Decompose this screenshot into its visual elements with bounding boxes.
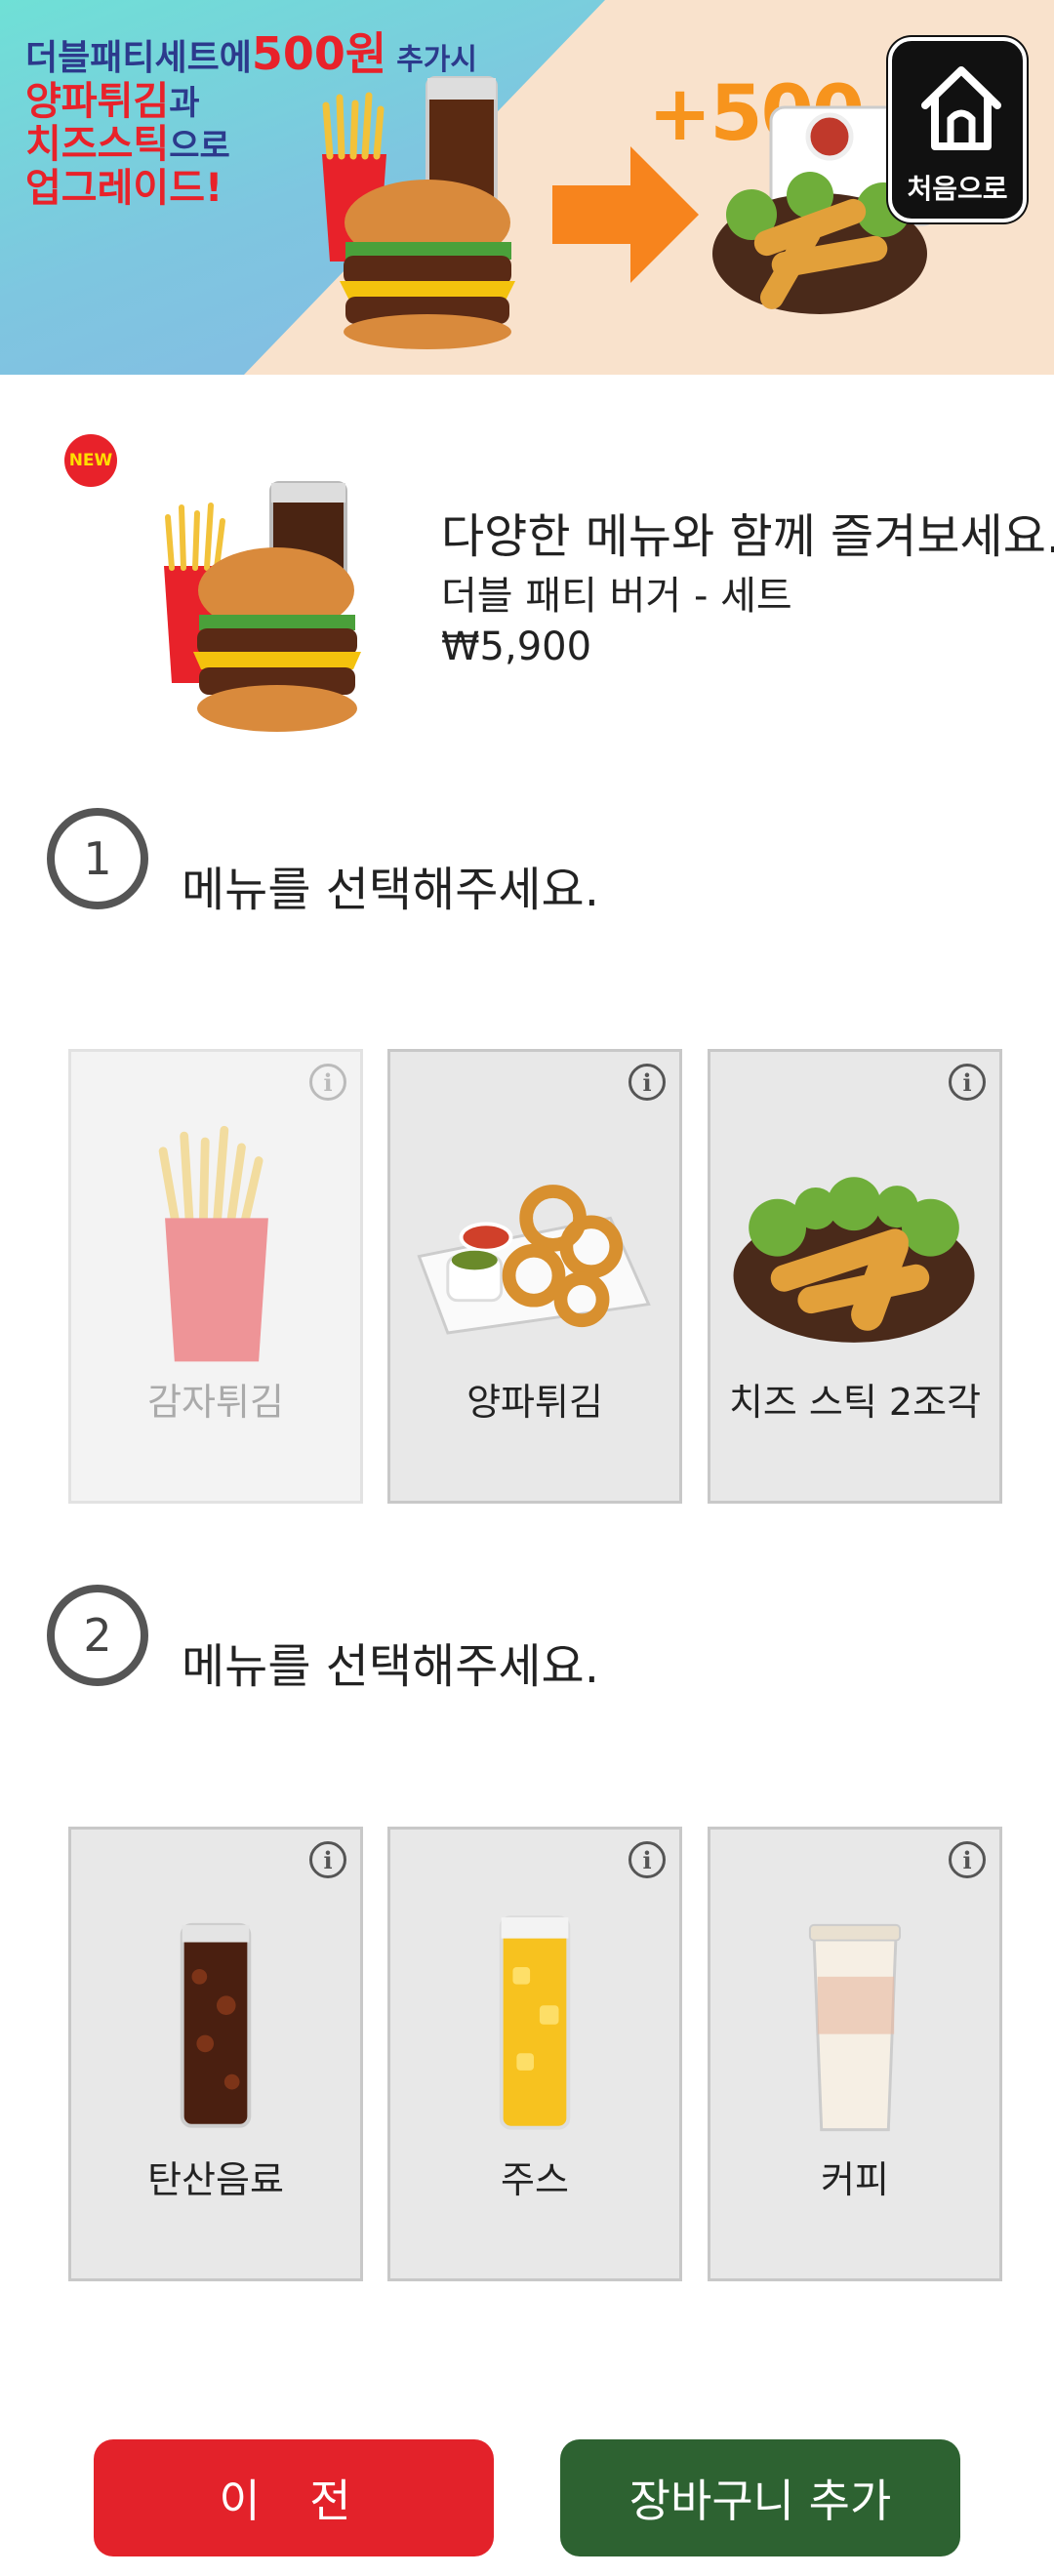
product-tagline: 다양한 메뉴와 함께 즐겨보세요. [441, 509, 1054, 564]
arrow-right-icon [552, 146, 699, 283]
juice-glass-icon [499, 1915, 571, 2130]
new-badge: NEW [64, 434, 117, 487]
banner-line2-tail: 과 [169, 83, 200, 123]
option-label: 치즈 스틱 2조각 [728, 1381, 982, 1424]
option-label: 탄산음료 [147, 2158, 284, 2201]
banner-line3-tail: 으로 [169, 127, 230, 167]
option-label: 커피 [821, 2158, 889, 2201]
promo-banner[interactable]: 더블패티세트에500원추가시 양파튀김과 치즈스틱으로 업그레이드! +500 [0, 0, 1054, 375]
option-label: 주스 [501, 2158, 569, 2201]
step-1-title: 메뉴를 선택해주세요. [182, 863, 599, 917]
info-icon[interactable]: i [949, 1841, 986, 1878]
banner-line2: 양파튀김 [25, 78, 170, 124]
banner-set-image [322, 76, 515, 349]
info-icon[interactable]: i [628, 1841, 666, 1878]
option-coffee[interactable]: i 커피 [708, 1827, 1002, 2281]
prev-button[interactable]: 이 전 [94, 2439, 494, 2556]
add-to-cart-button[interactable]: 장바구니 추가 [560, 2439, 960, 2556]
product-price: ₩5,900 [441, 624, 592, 669]
home-button[interactable]: 처음으로 [888, 37, 1027, 222]
banner-line1-tail: 추가시 [396, 43, 477, 77]
cheese-sticks-icon [733, 1177, 975, 1343]
option-label: 양파튀김 [466, 1381, 603, 1424]
option-label: 감자튀김 [147, 1381, 284, 1424]
step-2-title: 메뉴를 선택해주세요. [182, 1639, 599, 1694]
option-cheese-sticks[interactable]: i 치즈 스틱 2조각 [708, 1049, 1002, 1504]
product-name: 더블 패티 버거 - 세트 [441, 574, 792, 619]
banner-price: 500원 [251, 27, 387, 80]
step-1-number: 1 [47, 808, 148, 909]
option-onion-rings[interactable]: i 양파튀김 [387, 1049, 682, 1504]
cola-glass-icon [180, 1922, 252, 2128]
option-juice[interactable]: i 주스 [387, 1827, 682, 2281]
info-icon[interactable]: i [309, 1064, 346, 1101]
info-icon[interactable]: i [309, 1841, 346, 1878]
banner-line3: 치즈스틱 [25, 122, 170, 168]
home-button-label: 처음으로 [907, 173, 1008, 205]
onion-rings-icon [417, 1185, 651, 1335]
step-2-number: 2 [47, 1585, 148, 1686]
info-icon[interactable]: i [949, 1064, 986, 1101]
home-icon [921, 66, 1001, 150]
product-image [164, 481, 361, 732]
option-cola[interactable]: i 탄산음료 [68, 1827, 363, 2281]
option-french-fries[interactable]: i 감자튀김 [68, 1049, 363, 1504]
info-icon[interactable]: i [628, 1064, 666, 1101]
coffee-cup-icon [808, 1923, 902, 2132]
french-fries-icon [158, 1125, 268, 1362]
banner-line1: 더블패티세트에 [25, 38, 252, 78]
